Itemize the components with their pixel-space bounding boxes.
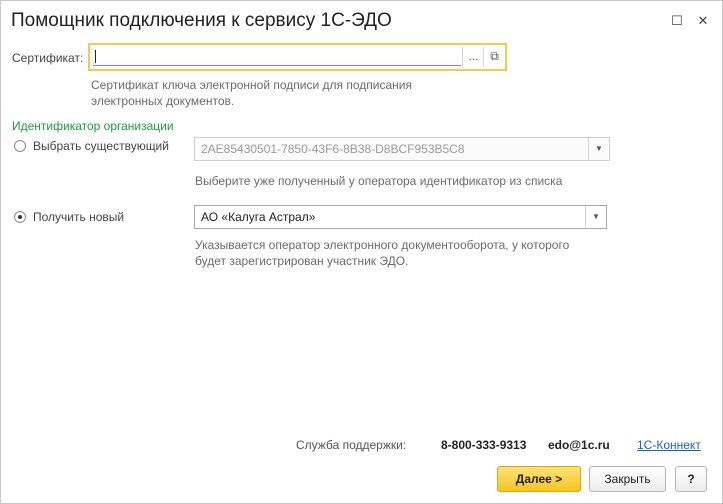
help-button[interactable]: ?	[675, 466, 707, 492]
chevron-down-icon[interactable]: ▼	[588, 138, 609, 160]
operator-select[interactable]: АО «Калуга Астрал» ▼	[194, 205, 607, 229]
certificate-label: Сертификат:	[12, 51, 84, 65]
support-phone: 8-800-333-9313	[441, 438, 527, 452]
certificate-hint-line2: электронных документов.	[91, 94, 235, 108]
existing-id-select[interactable]: 2AE85430501-7850-43F6-8B38-D8BCF953B5C8 …	[194, 137, 610, 161]
close-icon[interactable]: ✕	[695, 13, 711, 29]
radio-new[interactable]	[14, 211, 26, 223]
connect-link[interactable]: 1С-Коннект	[637, 438, 701, 452]
maximize-icon[interactable]: ☐	[669, 13, 685, 29]
operator-value: АО «Калуга Астрал»	[201, 210, 316, 224]
radio-existing-label[interactable]: Выбрать существующий	[33, 139, 169, 153]
operator-hint-line2: будет зарегистрирован участник ЭДО.	[195, 254, 409, 268]
certificate-hint-line1: Сертификат ключа электронной подписи для…	[91, 78, 412, 92]
support-email: edo@1c.ru	[548, 438, 610, 452]
next-button[interactable]: Далее >	[497, 466, 581, 492]
close-button[interactable]: Закрыть	[589, 466, 666, 492]
existing-id-hint: Выберите уже полученный у оператора иден…	[195, 174, 563, 188]
dialog-window: Помощник подключения к сервису 1С-ЭДО ☐ …	[0, 0, 723, 504]
open-certificate-icon[interactable]: ⧉	[483, 47, 505, 67]
select-certificate-button[interactable]: ...	[462, 47, 484, 67]
window-title: Помощник подключения к сервису 1С-ЭДО	[11, 10, 392, 31]
support-label: Служба поддержки:	[296, 438, 407, 452]
radio-new-label[interactable]: Получить новый	[33, 210, 124, 224]
existing-id-value: 2AE85430501-7850-43F6-8B38-D8BCF953B5C8	[201, 142, 465, 156]
text-caret	[95, 50, 96, 63]
operator-hint-line1: Указывается оператор электронного докуме…	[195, 238, 570, 252]
radio-existing[interactable]	[14, 140, 26, 152]
org-id-section-label: Идентификатор организации	[12, 119, 174, 133]
chevron-down-icon[interactable]: ▼	[585, 206, 606, 228]
certificate-field-frame: ... ⧉	[88, 43, 507, 71]
certificate-input[interactable]	[93, 48, 461, 66]
